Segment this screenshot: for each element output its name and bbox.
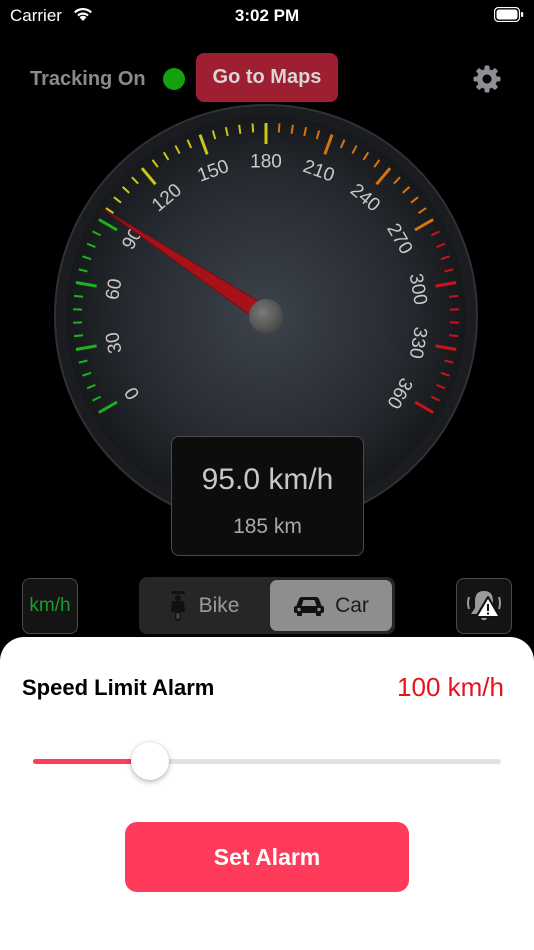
unit-toggle-button[interactable]: km/h (22, 578, 78, 634)
gauge-label-30: 30 (102, 331, 126, 355)
car-icon (294, 596, 325, 616)
vehicle-option-bike[interactable]: Bike (142, 580, 264, 631)
speed-limit-title: Speed Limit Alarm (22, 675, 215, 700)
gauge-minor-tick (251, 123, 255, 133)
gauge-label-60: 60 (102, 277, 126, 301)
slider-thumb[interactable] (131, 742, 169, 780)
gauge-minor-tick (290, 124, 294, 134)
speed-limit-slider[interactable] (33, 742, 501, 780)
speed-limit-sheet: Speed Limit Alarm 100 km/h Set Alarm (0, 637, 534, 950)
gauge-minor-tick (238, 124, 242, 134)
needle-hub (249, 299, 283, 333)
gauge-minor-tick (448, 294, 459, 298)
gauge-minor-tick (73, 334, 84, 338)
gauge-minor-tick (277, 123, 281, 133)
speed-readout-panel: 95.0 km/h 185 km (171, 436, 364, 556)
trip-distance: 185 km (233, 515, 302, 538)
gauge-minor-tick (73, 294, 84, 298)
vehicle-segmented-control: Bike Car (139, 577, 395, 634)
current-speed: 95.0 km/h (201, 463, 334, 496)
motorbike-icon (170, 590, 185, 621)
set-alarm-button[interactable]: Set Alarm (125, 822, 409, 892)
speed-limit-value: 100 km/h (397, 672, 504, 702)
vehicle-option-car-label: Car (335, 593, 369, 617)
vehicle-option-bike-label: Bike (198, 593, 240, 617)
vehicle-option-car[interactable]: Car (270, 580, 392, 631)
bell-alert-icon (467, 591, 501, 621)
gauge-minor-tick (448, 334, 459, 338)
gauge-label-180: 180 (250, 152, 282, 173)
speed-alarm-button[interactable] (456, 578, 512, 634)
